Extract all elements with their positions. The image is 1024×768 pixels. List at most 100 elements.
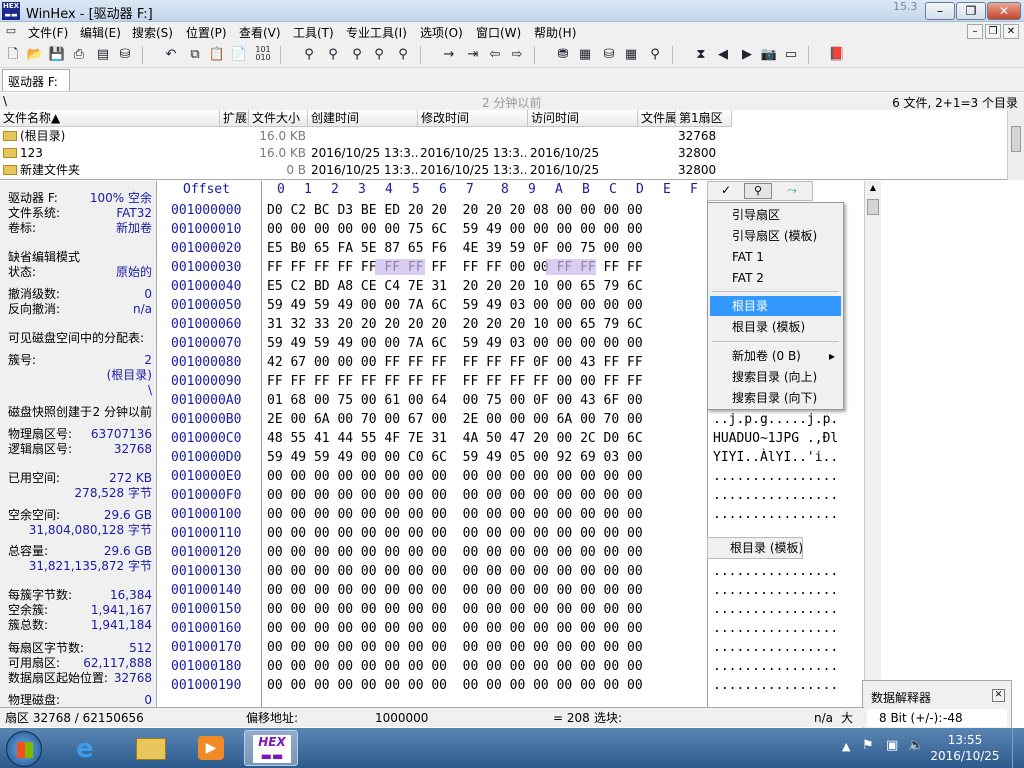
mdi-minimize-button[interactable]: – [967,24,983,39]
open-disk-icon[interactable]: ⛁ [116,46,134,64]
hex-bytes[interactable]: 00 00 00 00 00 00 75 6C 59 49 00 00 00 0… [267,220,643,239]
hex-bytes[interactable]: 00 00 00 00 00 00 00 00 00 00 00 00 00 0… [267,619,643,638]
hex-ascii[interactable]: ..j.p.g.....j.p. [713,410,838,429]
start-button[interactable] [6,731,42,767]
replace-hex-icon[interactable]: ⚲ [370,46,388,64]
paste-write-icon[interactable]: 📄 [230,46,248,64]
help-book-icon[interactable]: 📕 [828,46,846,64]
menu-view[interactable]: 查看(V) [239,24,281,41]
next-icon[interactable]: ▶ [738,46,756,64]
tray-volume-icon[interactable]: 🔈 [908,738,924,753]
replace-text-icon[interactable]: ⚲ [348,46,366,64]
menu-item-search-dir-down[interactable]: 搜索目录 (向下) [710,388,841,408]
maximize-button[interactable]: ❐ [956,2,986,20]
menu-file[interactable]: 文件(F) [28,24,68,41]
menu-item-fat1[interactable]: FAT 1 [710,247,841,267]
hex-ascii[interactable]: ................ [713,467,838,486]
hex-ascii[interactable]: ................ [713,619,838,638]
hex-ascii[interactable]: ................ [713,657,838,676]
hex-bytes[interactable]: 00 00 00 00 00 00 00 00 00 00 00 00 00 0… [267,524,643,543]
paste-icon[interactable]: 📋 [208,46,226,64]
directory-browser-icon[interactable]: ▭ [782,46,800,64]
new-file-icon[interactable]: 🗋 [4,46,22,64]
hex-bytes[interactable]: 31 32 33 20 20 20 20 20 20 20 20 10 00 6… [267,315,643,334]
menu-item-root-dir-template[interactable]: 根目录 (模板) [710,317,841,337]
scroll-thumb[interactable] [1011,126,1021,152]
hex-row[interactable]: 0010000F0 00 00 00 00 00 00 00 00 00 00 0… [157,486,864,505]
menu-item-boot-sector-template[interactable]: 引导扇区 (模板) [710,226,841,246]
goto-sector-icon[interactable]: ⇥ [464,46,482,64]
table-row[interactable]: 新建文件夹 0 B 2016/10/25 13:3... 2016/10/25 … [0,162,732,179]
hex-bytes[interactable]: 2E 00 6A 00 70 00 67 00 2E 00 00 00 6A 0… [267,410,643,429]
tab-drive-f[interactable]: 驱动器 F: [2,69,70,91]
hex-row[interactable]: 001000140 00 00 00 00 00 00 00 00 00 00 0… [157,581,864,600]
goto-offset-icon[interactable]: → [440,46,458,64]
hex-bytes[interactable]: 00 00 00 00 00 00 00 00 00 00 00 00 00 0… [267,505,643,524]
menu-item-new-volume[interactable]: 新加卷 (0 B) ▸ [710,346,841,366]
menu-tools[interactable]: 工具(T) [293,24,334,41]
close-icon[interactable]: ✕ [992,689,1005,702]
find-icon[interactable]: ⚲ [744,183,772,199]
tray-network-icon[interactable]: ▣ [886,738,898,753]
hex-bytes[interactable]: 59 49 59 49 00 00 7A 6C 59 49 03 00 00 0… [267,296,643,315]
find-text-icon[interactable]: ⚲ [300,46,318,64]
minimize-button[interactable]: – [925,2,955,20]
hex-ascii[interactable]: ................ [713,486,838,505]
hex-bytes[interactable]: 00 00 00 00 00 00 00 00 00 00 00 00 00 0… [267,562,643,581]
hex-row[interactable]: 001000130 00 00 00 00 00 00 00 00 00 00 0… [157,562,864,581]
col-header-modified[interactable]: 修改时间 [418,110,528,127]
menu-item-search-dir-up[interactable]: 搜索目录 (向上) [710,367,841,387]
system-clock[interactable]: 13:55 2016/10/25 [930,732,1000,764]
show-desktop-button[interactable] [1012,728,1024,768]
mdi-close-button[interactable]: ✕ [1003,24,1019,39]
taskbar-winhex-button[interactable]: HEX ▬▬ [244,730,298,766]
hex-row[interactable]: 001000160 00 00 00 00 00 00 00 00 00 00 0… [157,619,864,638]
hex-ascii[interactable]: YIYI..ÀlYI..'i.. [713,448,838,467]
col-header-size[interactable]: 文件大小 [249,110,308,127]
scroll-up-arrow-icon[interactable]: ▲ [867,183,879,197]
hex-bytes[interactable]: 00 00 00 00 00 00 00 00 00 00 00 00 00 0… [267,486,643,505]
hex-bytes[interactable]: E5 C2 BD A8 CE C4 7E 31 20 20 20 10 00 6… [267,277,643,296]
hex-row[interactable]: 0010000E0 00 00 00 00 00 00 00 00 00 00 0… [157,467,864,486]
col-header-ext[interactable]: 扩展名 [220,110,249,127]
hex-ascii[interactable]: ................ [713,676,838,695]
taskbar-media-button[interactable]: ▶ [184,730,238,766]
hex-row[interactable]: 001000190 00 00 00 00 00 00 00 00 00 00 0… [157,676,864,695]
calculator-icon[interactable]: ▦ [622,46,640,64]
hex-row[interactable]: 0010000B0 2E 00 6A 00 70 00 67 00 2E 00 0… [157,410,864,429]
hex-bytes[interactable]: 00 00 00 00 00 00 00 00 00 00 00 00 00 0… [267,581,643,600]
menu-help[interactable]: 帮助(H) [534,24,576,41]
hex-bytes[interactable]: E5 B0 65 FA 5E 87 65 F6 4E 39 59 0F 00 7… [267,239,643,258]
hex-bytes[interactable]: 01 68 00 75 00 61 00 64 00 75 00 0F 00 4… [267,391,643,410]
hex-row[interactable]: 0010000C0 48 55 41 44 55 4F 7E 31 4A 50 4… [157,429,864,448]
hex-bytes[interactable]: 00 00 00 00 00 00 00 00 00 00 00 00 00 0… [267,657,643,676]
prev-icon[interactable]: ◀ [714,46,732,64]
tray-show-hidden-icon[interactable]: ▲ [842,740,850,753]
menu-item-root-dir[interactable]: 根目录 [710,296,841,316]
hex-bytes[interactable]: 00 00 00 00 00 00 00 00 00 00 00 00 00 0… [267,467,643,486]
tray-flag-icon[interactable]: ⚑ [862,738,874,753]
check-icon[interactable]: ✓ [714,183,738,199]
hex-ascii[interactable]: ................ [713,562,838,581]
open-drive-icon[interactable]: ⛃ [554,46,572,64]
hex-bytes[interactable]: 00 00 00 00 00 00 00 00 00 00 00 00 00 0… [267,638,643,657]
table-row[interactable]: (根目录) 16.0 KB 32768 [0,128,732,145]
hex-scrollbar[interactable]: ▲ [864,181,881,707]
hex-row[interactable]: 001000170 00 00 00 00 00 00 00 00 00 00 0… [157,638,864,657]
find-again-icon[interactable]: ⚲ [394,46,412,64]
open-ram-icon[interactable]: ▦ [576,46,594,64]
hex-ascii[interactable]: ................ [713,505,838,524]
hex-bytes[interactable]: 48 55 41 44 55 4F 7E 31 4A 50 47 20 00 2… [267,429,643,448]
menu-edit[interactable]: 编辑(E) [80,24,121,41]
col-header-created[interactable]: 创建时间 [308,110,418,127]
hex-row[interactable]: 001000100 00 00 00 00 00 00 00 00 00 00 0… [157,505,864,524]
mdi-restore-button[interactable]: ❐ [985,24,1001,39]
hex-ascii[interactable]: HUADUO~1JPG .,Ðl [713,429,838,448]
fill-block-icon[interactable]: 101 010 [254,46,272,64]
properties-icon[interactable]: ▤ [94,46,112,64]
col-header-accessed[interactable]: 访问时间 [528,110,638,127]
col-header-sector[interactable]: 第1扇区 [676,110,732,127]
undo-icon[interactable]: ↶ [162,46,180,64]
scroll-thumb[interactable] [867,199,879,215]
hex-ascii[interactable]: ................ [713,600,838,619]
